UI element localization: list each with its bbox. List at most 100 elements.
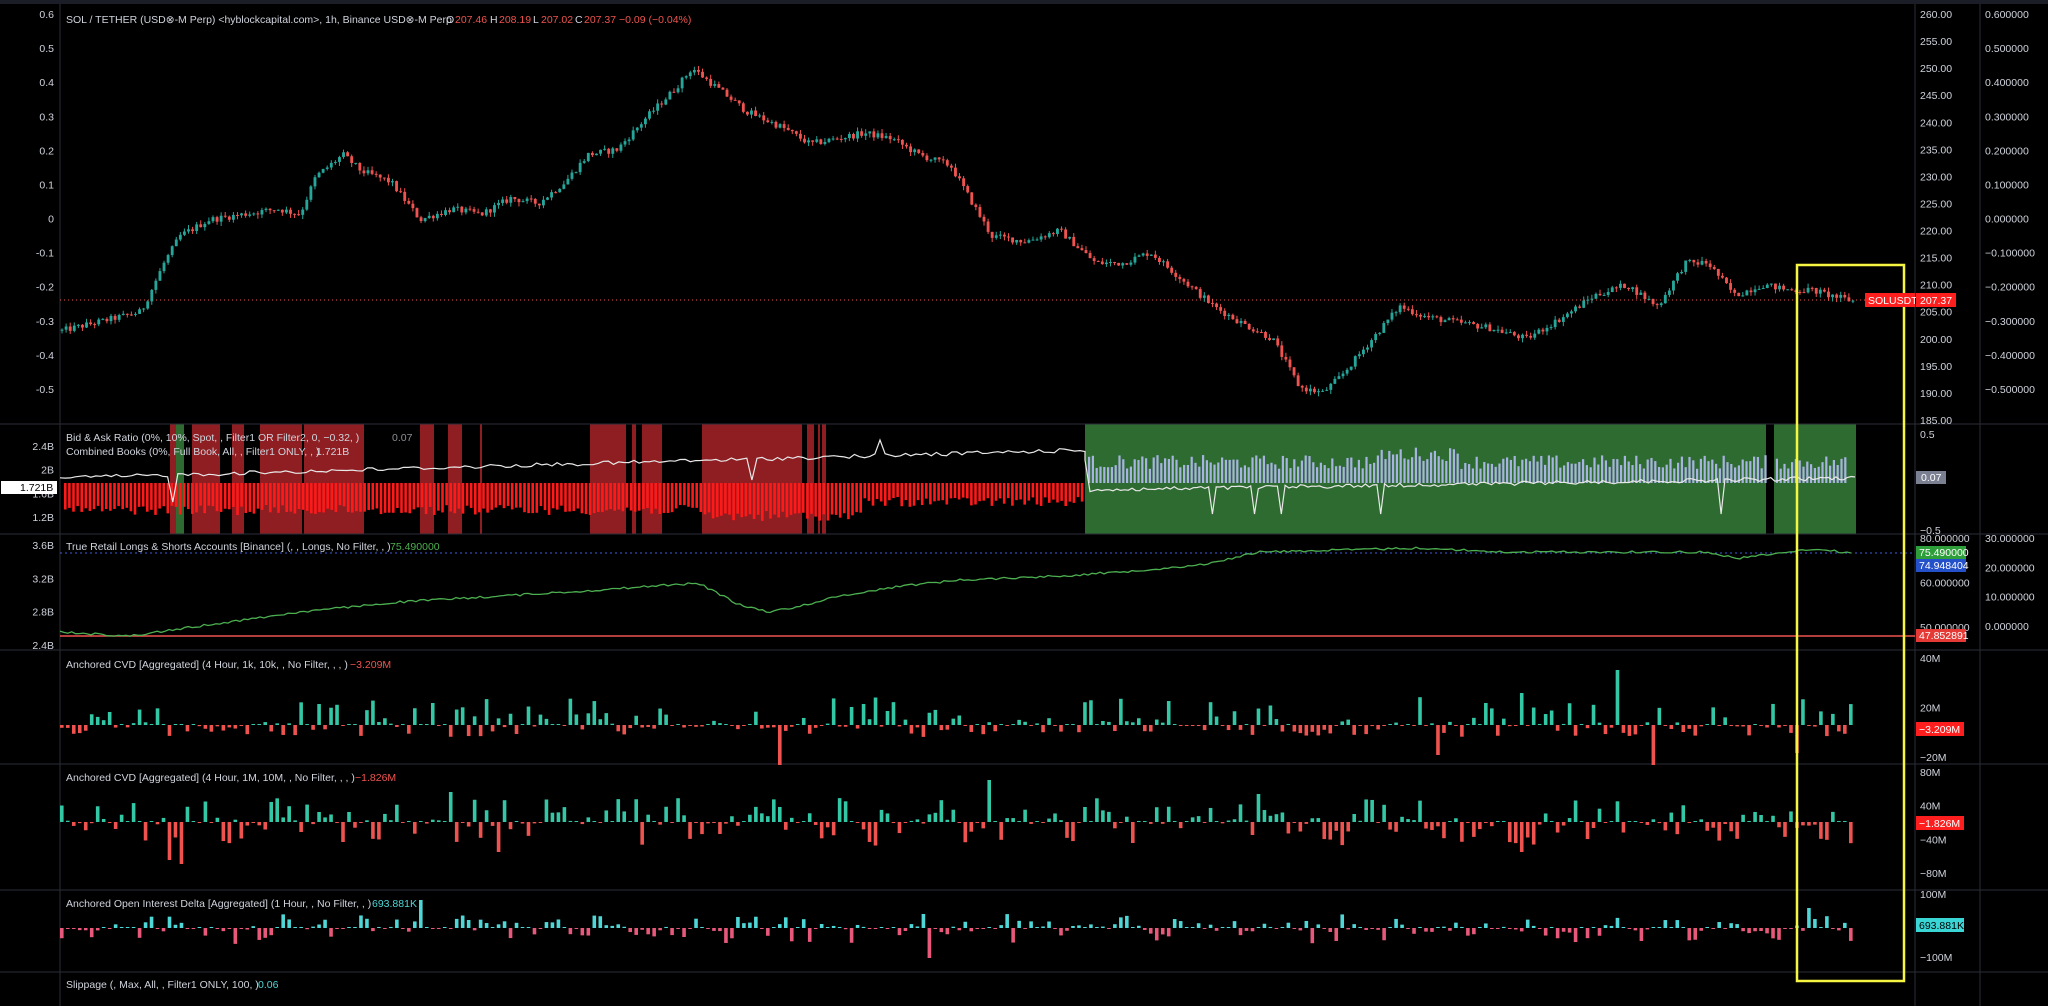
cvd2-bar-down [1819,822,1823,839]
candle-up [174,239,178,247]
candle-up [1769,283,1773,285]
cvd2-bar-up [927,814,932,822]
cvd2-tag: −1.826M [1919,818,1960,830]
cvd2-bar-down [1119,822,1123,823]
bidask-bar-down [359,483,362,512]
cvd1-bar-down [239,725,244,726]
bidask-bar-down [223,483,227,509]
candle-up [578,162,582,173]
candle-down [1206,295,1210,303]
candle-up [892,139,896,141]
bidask-bar-up [1118,455,1121,483]
cvd2-bar-up [664,806,668,822]
cvd2-bar-up [1400,816,1404,822]
bidask-bar-down [301,483,305,510]
oi-bar-up [550,922,555,928]
candle-down [745,111,749,115]
cvd1-bar-down [640,725,644,728]
bidask-bar-up [1468,464,1471,483]
oi-bar-up [377,927,381,928]
candle-down [1439,317,1443,323]
cvd1-bar-down [1310,725,1315,732]
bidask-bar-down [154,483,157,515]
cvd2-bar-up [365,820,369,822]
bidask-bar-down [711,483,715,519]
cvd2-bar-down [1388,822,1392,830]
cvd2-bar-up [568,820,573,822]
candle-up [1680,271,1684,274]
cvd1-bar-down [1352,725,1356,735]
oi-bar-down [981,928,986,929]
bidask-bar-up [1680,456,1683,483]
oi-bar-up [149,916,154,928]
bidask-bar-down [346,483,350,512]
candle-down [93,324,97,326]
candle-down [1472,322,1475,325]
candle-up [1561,317,1565,322]
candle-down [729,96,733,100]
bidask-bar-up [1578,461,1581,483]
cvd2-bar-up [1364,799,1368,822]
retail-tag-red: 47.852891 [1919,630,1969,642]
cvd1-bar-up [1406,724,1410,725]
bidask-bar-up [1122,459,1125,483]
price-axis-tick: 230.00 [1920,171,1952,183]
oi-bar-up [783,917,788,928]
bidask-bar-down [732,483,735,521]
bidask-bar-down [666,483,670,513]
oi-bar-down [60,928,64,939]
bidask-bar-down [884,483,887,506]
cvd2-bar-down [706,822,710,824]
candle-down [1174,272,1178,277]
bidask-bar-up [1551,457,1554,483]
cvd2-bar-down [1436,822,1440,827]
cvd2-axis-tick: 80M [1920,767,1940,779]
bidask-bar-up [1791,462,1794,483]
candle-down [839,138,843,140]
cvd2-bar-up [215,817,220,822]
cvd1-bar-up [1567,703,1572,725]
cvd2-bar-up [604,810,609,822]
oi-bar-down [1723,928,1727,929]
bidask-bar-up [1274,464,1277,483]
candle-up [325,167,329,169]
cvd1-bar-up [161,724,166,725]
oi-bar-up [855,924,860,928]
cvd2-bar-up [1154,807,1159,822]
candle-down [1427,315,1431,318]
oi-bar-up [1478,927,1482,928]
candle-up [1056,228,1059,234]
candle-up [1390,312,1394,320]
candle-up [1378,332,1382,335]
bidask-bar-up [1487,463,1490,483]
bidask-bar-up [1323,465,1326,483]
bidask-bar-up [1426,459,1429,483]
oi-bar-down [843,928,848,930]
candle-down [1790,289,1794,291]
bidask-bar-down [691,483,694,508]
candle-up [170,246,174,256]
bidask-bar-down [1035,483,1039,505]
retail-far-tick: 0.000000 [1985,621,2029,633]
candle-up [1227,314,1231,317]
candle-up [85,322,88,328]
candle-up [1480,327,1484,329]
candle-down [909,146,913,153]
cvd2-bar-down [658,822,662,825]
candle-down [1292,367,1296,376]
cvd2-bar-up [1107,811,1111,822]
candle-down [725,89,729,97]
oi-bar-down [568,928,573,935]
bidask-bar-down [556,483,559,510]
cvd1-bar-down [1555,725,1560,731]
candle-down [1268,337,1272,341]
candle-down [1696,262,1700,265]
cvd1-bar-up [873,697,878,725]
oi-bar-up [544,922,549,928]
bidask-bar-down [375,483,379,509]
bidask-bar-down [486,483,489,513]
bidask-bar-up [1563,465,1566,483]
bidask-bar-up [1300,460,1303,483]
trading-chart[interactable]: SOL / TETHER (USD⊗-M Perp) <hyblockcapit… [0,0,2048,1006]
bidask-bar-down [715,483,719,518]
